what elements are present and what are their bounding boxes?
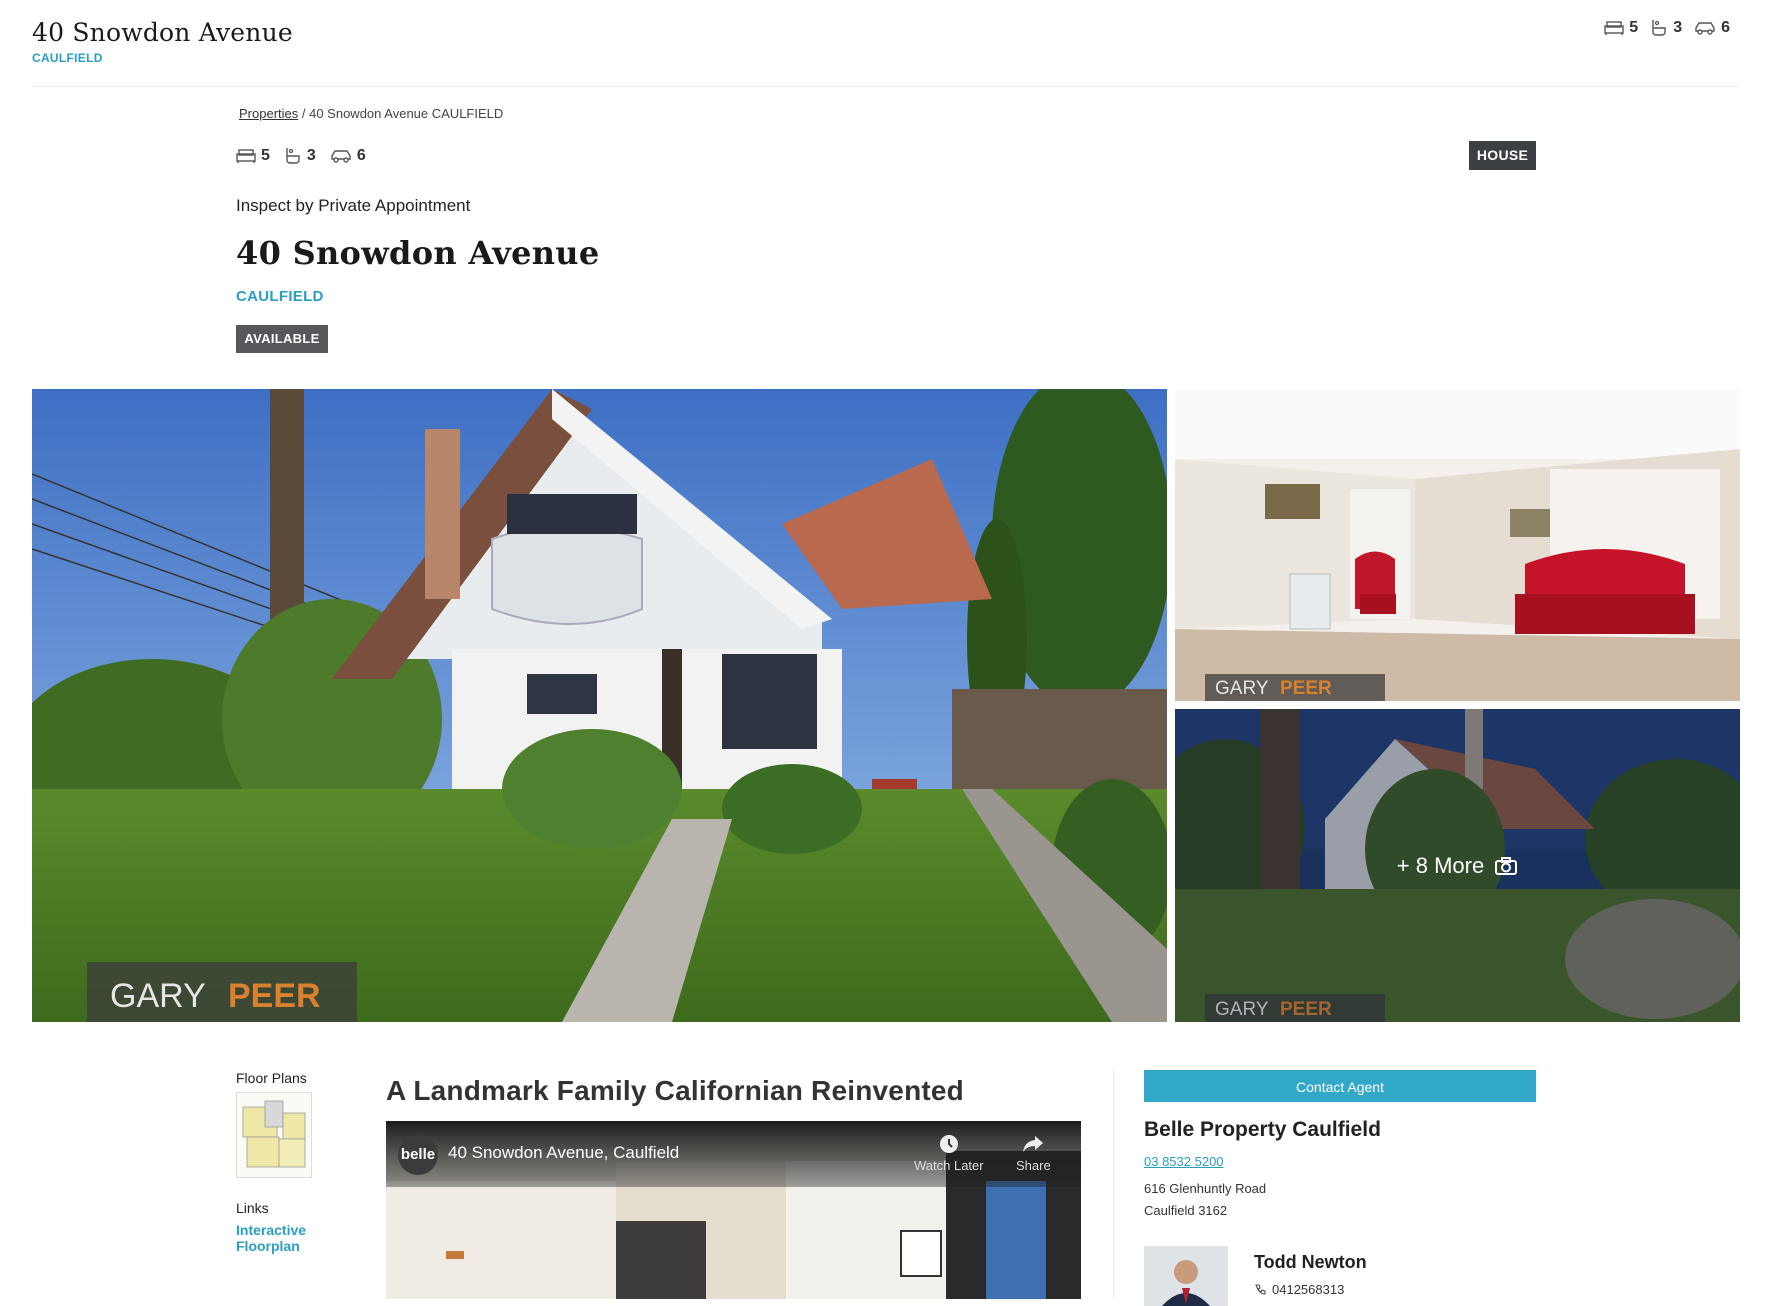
description-heading: A Landmark Family Californian Reinvented bbox=[386, 1075, 964, 1106]
header-baths: 3 bbox=[1650, 19, 1682, 37]
house-exterior-image: GARY PEER bbox=[32, 389, 1167, 1022]
floor-plan-thumbnail[interactable] bbox=[236, 1092, 312, 1178]
agency-phone-link[interactable]: 03 8532 5200 bbox=[1144, 1154, 1224, 1169]
breadcrumb: Properties / 40 Snowdon Avenue CAULFIELD bbox=[239, 106, 503, 121]
property-stats: 5 3 6 bbox=[236, 147, 366, 165]
watch-later-label: Watch Later bbox=[914, 1158, 984, 1173]
breadcrumb-current: / 40 Snowdon Avenue CAULFIELD bbox=[301, 106, 504, 121]
property-beds: 5 bbox=[236, 147, 270, 165]
breadcrumb-properties-link[interactable]: Properties bbox=[239, 106, 298, 121]
gallery-main-photo[interactable]: GARY PEER bbox=[32, 389, 1167, 1022]
header-title: 40 Snowdon Avenue bbox=[32, 18, 293, 47]
camera-icon bbox=[1495, 856, 1518, 875]
property-cars-count: 6 bbox=[356, 147, 366, 164]
header-stats: 5 3 6 bbox=[1604, 19, 1730, 37]
agent-phone-number: 0412568313 bbox=[1272, 1282, 1345, 1297]
bath-icon bbox=[286, 148, 300, 164]
property-baths-count: 3 bbox=[306, 147, 316, 164]
agency-address-line1: 616 Glenhuntly Road bbox=[1144, 1181, 1267, 1196]
property-baths: 3 bbox=[284, 147, 316, 165]
property-suburb: CAULFIELD bbox=[236, 288, 324, 305]
column-divider bbox=[1113, 1070, 1114, 1299]
share-icon bbox=[1023, 1136, 1044, 1152]
link-line-2: Floorplan bbox=[236, 1238, 300, 1254]
agent-phone[interactable]: 0412568313 bbox=[1254, 1282, 1344, 1297]
gallery-photo-living-room[interactable]: GARY PEER bbox=[1175, 389, 1740, 701]
header-baths-count: 3 bbox=[1673, 19, 1683, 36]
watermark-gary: GARY bbox=[110, 977, 206, 1015]
header-beds: 5 bbox=[1604, 19, 1638, 37]
agent-name: Todd Newton bbox=[1254, 1252, 1367, 1272]
clock-icon bbox=[939, 1135, 958, 1153]
inspection-text: Inspect by Private Appointment bbox=[236, 196, 471, 215]
property-type-badge: HOUSE bbox=[1469, 141, 1536, 170]
links-label: Links bbox=[236, 1200, 269, 1216]
header-cars: 6 bbox=[1694, 19, 1730, 37]
floor-plan-image bbox=[242, 1100, 306, 1168]
header-divider bbox=[32, 86, 1738, 87]
agency-address-line2: Caulfield 3162 bbox=[1144, 1203, 1228, 1218]
more-photos-overlay[interactable]: + 8 More bbox=[1175, 709, 1740, 1022]
link-line-1: Interactive bbox=[236, 1222, 307, 1238]
watch-later-button[interactable]: Watch Later bbox=[914, 1133, 984, 1173]
property-beds-count: 5 bbox=[261, 147, 270, 164]
watermark-peer: PEER bbox=[228, 977, 321, 1015]
car-icon bbox=[1695, 22, 1715, 35]
property-cars: 6 bbox=[330, 147, 366, 165]
video-title[interactable]: 40 Snowdon Avenue, Caulfield bbox=[448, 1143, 679, 1163]
page-title: 40 Snowdon Avenue bbox=[236, 234, 600, 272]
watermark-gary-2: GARY bbox=[1215, 678, 1269, 699]
channel-logo[interactable]: belle bbox=[398, 1135, 438, 1175]
bed-icon bbox=[1604, 21, 1624, 35]
video-player[interactable]: belle 40 Snowdon Avenue, Caulfield Watch… bbox=[386, 1121, 1081, 1299]
agent-photo-image bbox=[1144, 1246, 1228, 1306]
floor-plans-label: Floor Plans bbox=[236, 1070, 307, 1086]
status-badge: AVAILABLE bbox=[236, 325, 328, 353]
interactive-floorplan-link[interactable]: Interactive Floorplan bbox=[236, 1222, 306, 1254]
gallery-more-photos[interactable]: GARY PEER + 8 More bbox=[1175, 709, 1740, 1022]
header-beds-count: 5 bbox=[1629, 19, 1639, 36]
bed-icon bbox=[236, 149, 256, 163]
phone-icon bbox=[1255, 1284, 1266, 1295]
share-button[interactable]: Share bbox=[1016, 1133, 1051, 1173]
car-icon bbox=[331, 150, 351, 163]
bath-icon bbox=[1652, 20, 1666, 36]
header-cars-count: 6 bbox=[1721, 19, 1730, 36]
share-label: Share bbox=[1016, 1158, 1051, 1173]
agency-name: Belle Property Caulfield bbox=[1144, 1118, 1381, 1141]
more-photos-label: + 8 More bbox=[1396, 852, 1485, 878]
watermark-peer-2: PEER bbox=[1280, 678, 1332, 699]
contact-agent-button[interactable]: Contact Agent bbox=[1144, 1070, 1536, 1102]
living-room-image: GARY PEER bbox=[1175, 389, 1740, 701]
agent-avatar[interactable] bbox=[1144, 1246, 1228, 1306]
header-suburb: CAULFIELD bbox=[32, 51, 103, 65]
